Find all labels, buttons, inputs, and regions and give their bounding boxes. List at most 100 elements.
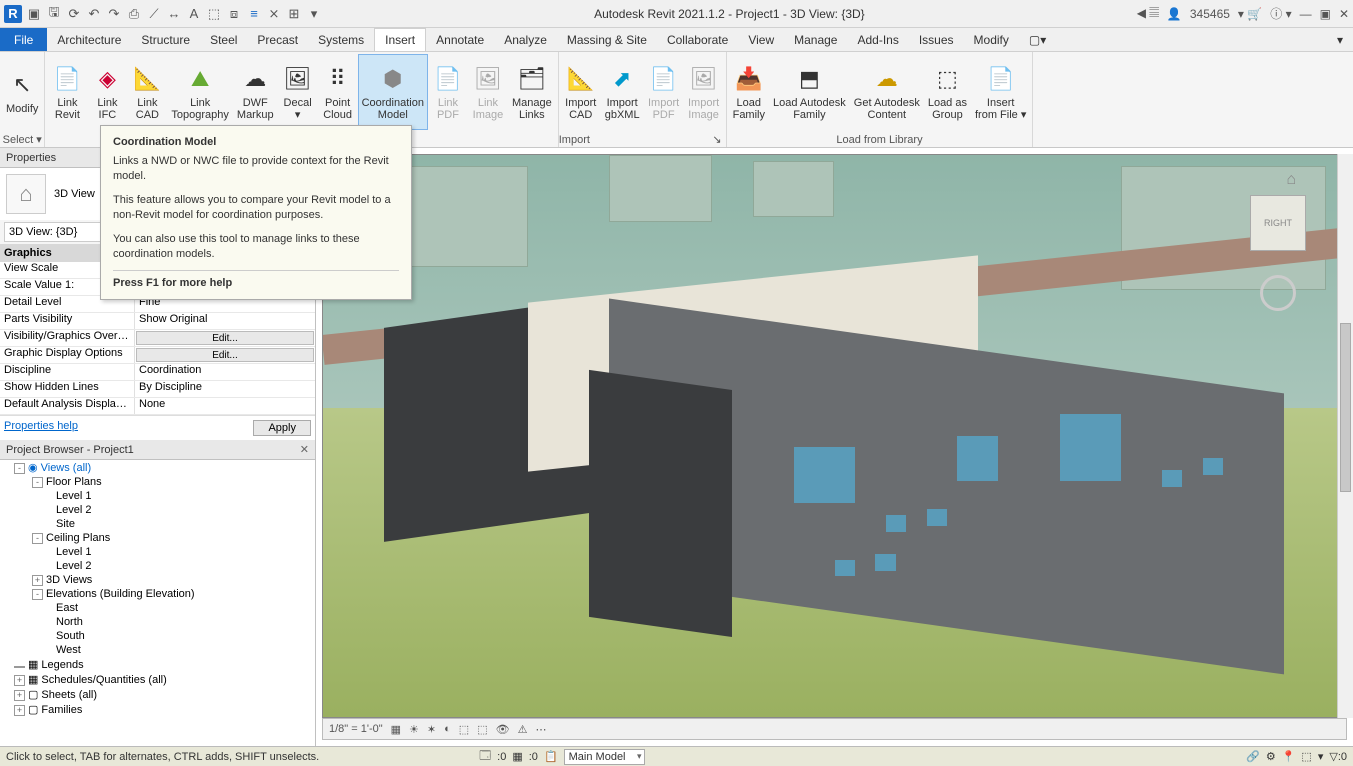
link-pdf-button[interactable]: 📄Link PDF <box>428 54 468 130</box>
sb-opt-4-icon[interactable]: ⬚ <box>1301 750 1311 763</box>
tree-expand-icon[interactable]: - <box>32 589 43 600</box>
tree-expand-icon[interactable]: - <box>32 533 43 544</box>
insert-from-file-button[interactable]: 📄Insert from File ▾ <box>971 54 1030 130</box>
tree-expand-icon[interactable]: + <box>32 575 43 586</box>
cart-icon[interactable]: ▾ 🛒 <box>1238 7 1262 21</box>
tree-node[interactable]: Level 1 <box>0 545 315 559</box>
project-browser-tree[interactable]: -◉Views (all)-Floor PlansLevel 1Level 2S… <box>0 460 315 746</box>
vc-hide-icon[interactable]: 👁 <box>496 723 510 736</box>
qat-switch-icon[interactable]: ⊞ <box>286 6 302 22</box>
load-as-group-button[interactable]: ⬚Load as Group <box>924 54 971 130</box>
tab-extra-icon[interactable]: ▢▾ <box>1019 28 1056 51</box>
modify-button[interactable]: ↖Modify <box>2 54 42 130</box>
sb-icon-3[interactable]: 📋 <box>544 750 558 763</box>
vc-style-icon[interactable]: ☀ <box>409 723 419 736</box>
qat-3d-icon[interactable]: ⬚ <box>206 6 222 22</box>
tree-node[interactable]: Level 2 <box>0 503 315 517</box>
properties-apply-button[interactable]: Apply <box>253 420 311 436</box>
manage-links-button[interactable]: 🗂Manage Links <box>508 54 556 130</box>
tree-expand-icon[interactable]: - <box>14 463 25 474</box>
tab-manage[interactable]: Manage <box>784 28 847 51</box>
tab-steel[interactable]: Steel <box>200 28 247 51</box>
link-revit-button[interactable]: 📄Link Revit <box>47 54 87 130</box>
tab-systems[interactable]: Systems <box>308 28 374 51</box>
link-cad-button[interactable]: 📐Link CAD <box>127 54 167 130</box>
tree-node[interactable]: -◉Views (all) <box>0 460 315 475</box>
browser-close-icon[interactable]: ✕ <box>300 443 309 456</box>
dwf-markup-button[interactable]: ☁DWF Markup <box>233 54 278 130</box>
properties-help-link[interactable]: Properties help <box>4 420 78 436</box>
tab-architecture[interactable]: Architecture <box>47 28 131 51</box>
tree-node[interactable]: -Floor Plans <box>0 475 315 489</box>
tab-annotate[interactable]: Annotate <box>426 28 494 51</box>
tab-precast[interactable]: Precast <box>247 28 308 51</box>
sb-opt-2-icon[interactable]: ⚙ <box>1266 750 1276 763</box>
viewport-canvas[interactable]: ⌂ RIGHT <box>322 154 1347 718</box>
coordination-model-button[interactable]: ⬢Coordination Model <box>358 54 428 130</box>
select-panel-label[interactable]: Select ▾ <box>0 132 44 147</box>
property-value[interactable]: None <box>135 398 315 414</box>
maximize-icon[interactable]: ▣ <box>1320 7 1331 21</box>
view-scale-label[interactable]: 1/8" = 1'-0" <box>329 723 383 735</box>
sb-selection-count[interactable]: :0 <box>497 751 506 763</box>
import-cad-button[interactable]: 📐Import CAD <box>561 54 601 130</box>
qat-close-icon[interactable]: ⨯ <box>266 6 282 22</box>
load-family-button[interactable]: 📥Load Family <box>729 54 769 130</box>
tree-node[interactable]: ▦Legends <box>0 657 315 672</box>
keyboard-icon[interactable]: ◀ 𝄚 <box>1137 6 1159 21</box>
qat-text-icon[interactable]: A <box>186 6 202 22</box>
vc-reveal-icon[interactable]: ⚠ <box>518 723 528 736</box>
file-tab[interactable]: File <box>0 28 47 51</box>
tree-node[interactable]: Site <box>0 517 315 531</box>
get-autodesk-content-button[interactable]: ☁Get Autodesk Content <box>850 54 924 130</box>
vc-more-icon[interactable]: ⋯ <box>535 723 546 736</box>
help-icon[interactable]: ⓘ ▾ <box>1270 5 1291 22</box>
ribbon-minimize-icon[interactable]: ▾ <box>1327 28 1353 51</box>
tree-node[interactable]: North <box>0 615 315 629</box>
tab-issues[interactable]: Issues <box>909 28 964 51</box>
qat-dim-icon[interactable]: ↔ <box>166 6 182 22</box>
tab-analyze[interactable]: Analyze <box>494 28 557 51</box>
vc-detail-icon[interactable]: ▦ <box>391 723 401 736</box>
tree-node[interactable]: -Ceiling Plans <box>0 531 315 545</box>
tree-expand-icon[interactable]: + <box>14 705 25 716</box>
load-autodesk-family-button[interactable]: ⬒Load Autodesk Family <box>769 54 850 130</box>
tree-expand-icon[interactable] <box>14 666 25 668</box>
viewcube-home-icon[interactable]: ⌂ <box>1286 171 1296 189</box>
sb-filter-count[interactable]: :0 <box>529 751 538 763</box>
import-panel-label[interactable]: Import↘ <box>559 132 726 147</box>
tree-expand-icon[interactable]: + <box>14 675 25 686</box>
sb-opt-3-icon[interactable]: 📍 <box>1282 750 1296 763</box>
property-row[interactable]: Show Hidden LinesBy Discipline <box>0 381 315 398</box>
qat-open-icon[interactable]: ▣ <box>26 6 42 22</box>
qat-sync-icon[interactable]: ⟳ <box>66 6 82 22</box>
property-row[interactable]: Visibility/Graphics Overri...Edit... <box>0 330 315 347</box>
vc-render-icon[interactable]: ⬚ <box>459 723 469 736</box>
sb-opt-5-icon[interactable]: ▾ <box>1318 750 1324 763</box>
user-icon[interactable]: 👤 <box>1167 7 1182 21</box>
minimize-icon[interactable]: — <box>1300 7 1312 21</box>
tab-insert[interactable]: Insert <box>374 28 426 51</box>
tab-modify[interactable]: Modify <box>964 28 1019 51</box>
link-topography-button[interactable]: ⛰Link Topography <box>167 54 233 130</box>
property-value[interactable]: By Discipline <box>135 381 315 397</box>
qat-section-icon[interactable]: ⧈ <box>226 6 242 22</box>
tree-node[interactable]: +▢Families <box>0 702 315 717</box>
qat-undo-icon[interactable]: ↶ <box>86 6 102 22</box>
qat-measure-icon[interactable]: ⟋ <box>146 6 162 22</box>
tab-addins[interactable]: Add-Ins <box>847 28 908 51</box>
vc-crop-icon[interactable]: ⬚ <box>477 723 487 736</box>
property-row[interactable]: DisciplineCoordination <box>0 364 315 381</box>
qat-redo-icon[interactable]: ↷ <box>106 6 122 22</box>
property-edit-button[interactable]: Edit... <box>136 331 314 345</box>
close-window-icon[interactable]: ✕ <box>1339 7 1349 21</box>
decal-button[interactable]: 🖼Decal ▾ <box>278 54 318 130</box>
tab-massing[interactable]: Massing & Site <box>557 28 657 51</box>
tree-node[interactable]: +▢Sheets (all) <box>0 687 315 702</box>
sb-filter-icon[interactable]: ▽:0 <box>1329 750 1347 763</box>
tree-node[interactable]: East <box>0 601 315 615</box>
tree-node[interactable]: South <box>0 629 315 643</box>
nav-wheel-icon[interactable] <box>1260 275 1296 311</box>
sb-icon-2[interactable]: ▦ <box>512 750 522 763</box>
qat-print-icon[interactable]: ⎙ <box>126 6 142 22</box>
